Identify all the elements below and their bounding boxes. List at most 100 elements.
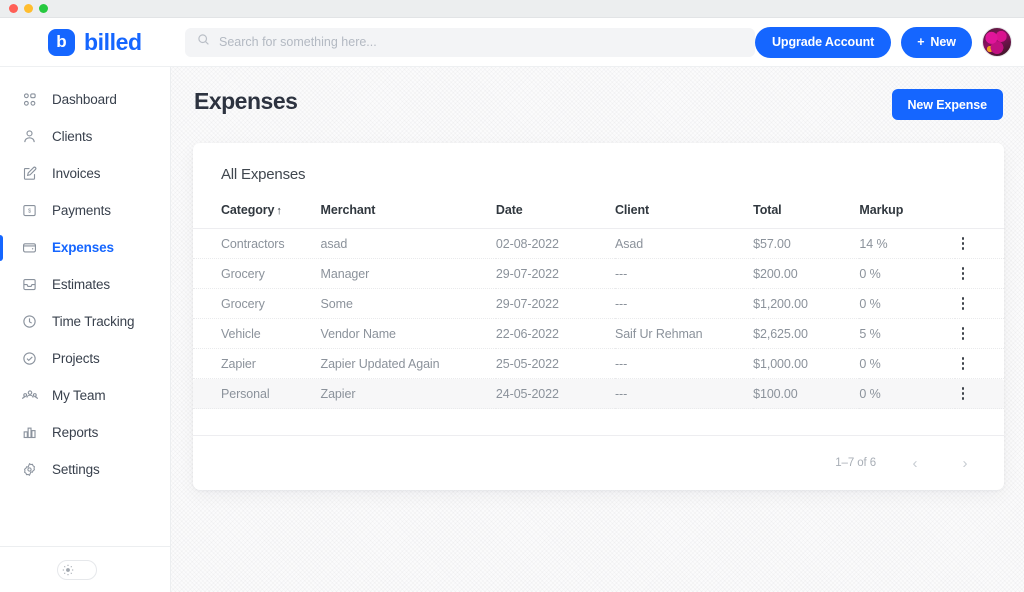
brand-name: billed bbox=[84, 29, 142, 56]
table-row[interactable]: Zapier Zapier Updated Again 25-05-2022 -… bbox=[193, 349, 1004, 379]
cell-category: Grocery bbox=[193, 289, 321, 319]
cell-merchant: Vendor Name bbox=[321, 319, 496, 349]
cell-category: Contractors bbox=[193, 229, 321, 259]
user-icon bbox=[21, 128, 38, 145]
sidebar-item-settings[interactable]: Settings bbox=[0, 451, 170, 488]
column-header-date[interactable]: Date bbox=[496, 203, 615, 229]
topbar-actions: Upgrade Account + New bbox=[755, 27, 1012, 58]
kebab-menu-icon[interactable] bbox=[955, 357, 971, 370]
cell-total: $100.00 bbox=[753, 379, 859, 409]
column-header-client[interactable]: Client bbox=[615, 203, 753, 229]
cell-date: 24-05-2022 bbox=[496, 379, 615, 409]
sidebar-item-reports[interactable]: Reports bbox=[0, 414, 170, 451]
new-expense-button[interactable]: New Expense bbox=[892, 89, 1004, 120]
cell-actions[interactable] bbox=[955, 349, 1004, 379]
theme-toggle[interactable] bbox=[57, 560, 97, 580]
search-input[interactable] bbox=[219, 35, 743, 49]
pagination-next-button[interactable]: › bbox=[954, 452, 976, 474]
cell-category: Vehicle bbox=[193, 319, 321, 349]
cell-date: 29-07-2022 bbox=[496, 259, 615, 289]
sidebar-item-payments[interactable]: $ Payments bbox=[0, 192, 170, 229]
sidebar-item-estimates[interactable]: Estimates bbox=[0, 266, 170, 303]
cell-actions[interactable] bbox=[955, 289, 1004, 319]
brand-logo[interactable]: b billed bbox=[0, 29, 171, 56]
sidebar-item-label: Dashboard bbox=[52, 92, 117, 107]
page-header: Expenses New Expense bbox=[193, 89, 1004, 120]
cell-client: Saif Ur Rehman bbox=[615, 319, 753, 349]
cell-actions[interactable] bbox=[955, 259, 1004, 289]
cell-markup: 5 % bbox=[859, 319, 955, 349]
sidebar-item-label: Clients bbox=[52, 129, 92, 144]
window-close-button[interactable] bbox=[9, 4, 18, 13]
sidebar: Dashboard Clients Invoices bbox=[0, 67, 171, 592]
cell-actions[interactable] bbox=[955, 229, 1004, 259]
kebab-menu-icon[interactable] bbox=[955, 267, 971, 280]
table-row[interactable]: Grocery Some 29-07-2022 --- $1,200.00 0 … bbox=[193, 289, 1004, 319]
search-bar[interactable] bbox=[185, 28, 755, 57]
app-root: b billed Upgrade Account + New bbox=[0, 18, 1024, 592]
new-button[interactable]: + New bbox=[901, 27, 972, 58]
cell-merchant: Zapier Updated Again bbox=[321, 349, 496, 379]
top-bar: b billed Upgrade Account + New bbox=[0, 18, 1024, 67]
column-header-merchant[interactable]: Merchant bbox=[321, 203, 496, 229]
cell-merchant: Manager bbox=[321, 259, 496, 289]
cell-date: 25-05-2022 bbox=[496, 349, 615, 379]
sidebar-item-time-tracking[interactable]: Time Tracking bbox=[0, 303, 170, 340]
cell-date: 22-06-2022 bbox=[496, 319, 615, 349]
cell-total: $2,625.00 bbox=[753, 319, 859, 349]
cell-total: $1,000.00 bbox=[753, 349, 859, 379]
sidebar-item-label: Invoices bbox=[52, 166, 100, 181]
window-minimize-button[interactable] bbox=[24, 4, 33, 13]
new-button-label: New bbox=[930, 35, 955, 49]
team-icon bbox=[21, 387, 38, 404]
table-row[interactable]: Grocery Manager 29-07-2022 --- $200.00 0… bbox=[193, 259, 1004, 289]
sort-asc-icon: ↑ bbox=[276, 205, 281, 217]
table-header: Category↑ Merchant Date Client Total Mar… bbox=[193, 203, 1004, 229]
sidebar-item-label: Time Tracking bbox=[52, 314, 134, 329]
cell-actions[interactable] bbox=[955, 379, 1004, 409]
sidebar-item-dashboard[interactable]: Dashboard bbox=[0, 81, 170, 118]
upgrade-account-button[interactable]: Upgrade Account bbox=[755, 27, 891, 58]
cell-client: --- bbox=[615, 289, 753, 319]
table-row[interactable]: Personal Zapier 24-05-2022 --- $100.00 0… bbox=[193, 379, 1004, 409]
window-chrome bbox=[0, 0, 1024, 18]
cell-markup: 0 % bbox=[859, 259, 955, 289]
search-icon bbox=[197, 33, 210, 51]
clock-icon bbox=[21, 313, 38, 330]
svg-text:$: $ bbox=[28, 209, 32, 215]
column-header-total[interactable]: Total bbox=[753, 203, 859, 229]
column-header-category[interactable]: Category↑ bbox=[193, 203, 321, 229]
kebab-menu-icon[interactable] bbox=[955, 237, 971, 250]
card-title: All Expenses bbox=[193, 166, 1004, 183]
kebab-menu-icon[interactable] bbox=[955, 297, 971, 310]
kebab-menu-icon[interactable] bbox=[955, 387, 971, 400]
column-header-markup[interactable]: Markup bbox=[859, 203, 955, 229]
sidebar-item-expenses[interactable]: Expenses bbox=[0, 229, 170, 266]
gear-icon bbox=[21, 461, 38, 478]
sidebar-item-clients[interactable]: Clients bbox=[0, 118, 170, 155]
table-row[interactable]: Vehicle Vendor Name 22-06-2022 Saif Ur R… bbox=[193, 319, 1004, 349]
expenses-card: All Expenses Category↑ Merchant Date bbox=[193, 143, 1004, 490]
cell-total: $57.00 bbox=[753, 229, 859, 259]
body-row: Dashboard Clients Invoices bbox=[0, 67, 1024, 592]
avatar[interactable] bbox=[982, 27, 1012, 57]
window-maximize-button[interactable] bbox=[39, 4, 48, 13]
cell-actions[interactable] bbox=[955, 319, 1004, 349]
kebab-menu-icon[interactable] bbox=[955, 327, 971, 340]
pagination-prev-button[interactable]: ‹ bbox=[904, 452, 926, 474]
sidebar-item-label: Estimates bbox=[52, 277, 110, 292]
inbox-icon bbox=[21, 276, 38, 293]
cell-client: --- bbox=[615, 349, 753, 379]
plus-icon: + bbox=[917, 35, 924, 49]
column-header-label: Category bbox=[221, 203, 274, 217]
column-header-actions bbox=[955, 203, 1004, 229]
sidebar-item-invoices[interactable]: Invoices bbox=[0, 155, 170, 192]
edit-doc-icon bbox=[21, 165, 38, 182]
page-title: Expenses bbox=[194, 89, 297, 114]
cell-client: --- bbox=[615, 379, 753, 409]
table-row[interactable]: Contractors asad 02-08-2022 Asad $57.00 … bbox=[193, 229, 1004, 259]
sidebar-item-projects[interactable]: Projects bbox=[0, 340, 170, 377]
cell-date: 02-08-2022 bbox=[496, 229, 615, 259]
cell-date: 29-07-2022 bbox=[496, 289, 615, 319]
sidebar-item-my-team[interactable]: My Team bbox=[0, 377, 170, 414]
